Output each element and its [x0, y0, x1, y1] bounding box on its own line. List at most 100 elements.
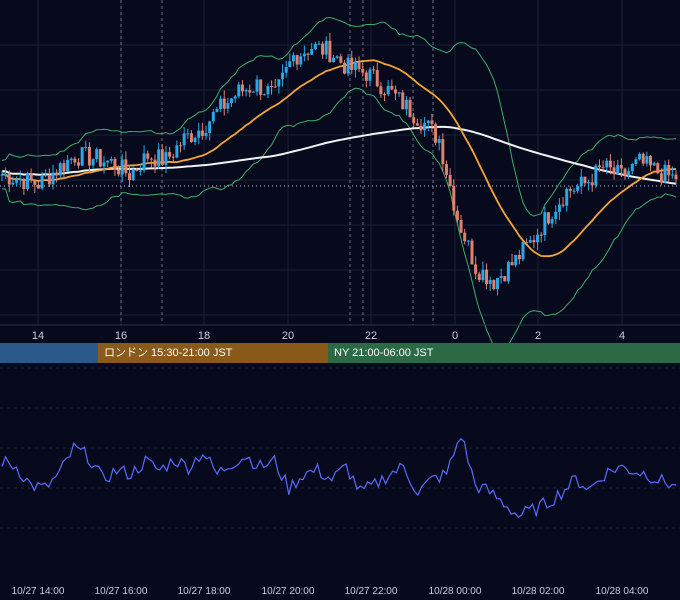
candle-body — [259, 79, 263, 95]
oscillator-x-axis: 10/27 14:00 10/27 16:00 10/27 18:00 10/27 2… — [12, 586, 649, 597]
candle-body — [117, 169, 121, 175]
candle-body — [131, 169, 135, 181]
candle-body — [251, 91, 255, 93]
candle-body — [361, 69, 365, 73]
candle-body — [106, 160, 110, 163]
candle-body — [641, 153, 645, 164]
candle-body — [142, 153, 146, 171]
candle-body — [485, 269, 489, 284]
candle-body — [583, 176, 587, 184]
candle-body — [77, 162, 81, 166]
candle-body — [597, 165, 601, 168]
candle-body — [98, 149, 102, 167]
candle-body — [95, 149, 99, 160]
candle-body — [40, 175, 44, 189]
candle-body — [299, 56, 303, 65]
candle-body — [302, 53, 306, 57]
candle-body — [568, 188, 572, 191]
candle-body — [470, 240, 474, 265]
price-panel[interactable] — [0, 16, 678, 351]
candle-body — [495, 277, 499, 290]
candle-body — [306, 53, 310, 55]
candle-body — [44, 174, 48, 176]
session-bar-asia — [0, 343, 98, 363]
candle-body — [546, 212, 550, 224]
candle-body — [33, 180, 37, 185]
candle-body — [386, 85, 390, 95]
candle-body — [466, 240, 470, 242]
candle-body — [514, 254, 518, 266]
candle-body — [561, 204, 565, 206]
candle-body — [215, 108, 219, 112]
candle-body — [444, 164, 448, 175]
oscillator-panel[interactable] — [1, 437, 677, 518]
candle-body — [390, 85, 394, 90]
candle-body — [594, 165, 598, 186]
candle-body — [536, 234, 540, 243]
candle-body — [550, 219, 554, 224]
candle-body — [262, 94, 266, 96]
candle-body — [291, 55, 295, 62]
candle-body — [412, 117, 416, 124]
candle-body — [62, 163, 66, 172]
candle-body — [525, 242, 529, 244]
candle-body — [667, 164, 671, 176]
candle-body — [557, 204, 561, 212]
oscillator-x-tick-label: 10/27 16:00 — [95, 586, 148, 597]
candle-body — [4, 174, 8, 176]
candle-body — [441, 139, 445, 165]
candle-body — [22, 179, 26, 190]
candle-body — [313, 43, 317, 50]
oscillator-grid — [0, 367, 680, 529]
candle-body — [634, 159, 638, 164]
candle-body — [616, 164, 620, 174]
candle-body — [204, 133, 208, 136]
candle-body — [200, 130, 204, 136]
candle-body — [124, 159, 128, 174]
oscillator-x-tick-label: 10/27 14:00 — [12, 586, 65, 597]
candle-body — [448, 174, 452, 187]
candle-body — [102, 162, 106, 167]
candle-body — [539, 234, 543, 236]
candle-body — [51, 172, 55, 185]
candle-body — [266, 86, 270, 95]
candle-body — [565, 188, 569, 206]
candle-body — [237, 84, 241, 97]
candle-body — [543, 212, 547, 235]
candle-body — [193, 137, 197, 143]
candle-body — [590, 182, 594, 186]
bollinger-upper-line — [1, 16, 677, 217]
candle-body — [66, 159, 70, 172]
candle-body — [47, 174, 51, 185]
oscillator-line — [1, 437, 677, 518]
price-grid — [0, 0, 680, 325]
candle-body — [605, 160, 609, 168]
candle-body — [379, 86, 383, 95]
candle-body — [26, 173, 30, 190]
candle-body — [189, 133, 193, 143]
candle-body — [58, 163, 62, 176]
candle-body — [164, 152, 168, 165]
candle-body — [346, 57, 350, 74]
candle-body — [415, 123, 419, 126]
candle-body — [324, 40, 328, 55]
chart-canvas: 14 16 18 20 22 0 2 4 10/27 14:00 10/27 16:00 10/2… — [0, 0, 680, 597]
candle-body — [488, 280, 492, 284]
price-x-tick-label: 4 — [619, 330, 625, 342]
candle-body — [109, 158, 113, 161]
candle-body — [273, 86, 277, 88]
candle-body — [120, 159, 124, 175]
candle-body — [138, 170, 142, 172]
candle-body — [397, 92, 401, 94]
price-x-tick-label: 20 — [282, 330, 294, 342]
candle-body — [576, 185, 580, 191]
candle-body — [350, 57, 354, 70]
candle-body — [91, 159, 95, 166]
candle-body — [233, 96, 237, 99]
candle-body — [255, 79, 259, 92]
candle-body — [160, 149, 164, 165]
candle-body — [29, 173, 33, 181]
candle-body — [149, 158, 153, 160]
candle-body — [612, 167, 616, 174]
candle-body — [295, 55, 299, 65]
